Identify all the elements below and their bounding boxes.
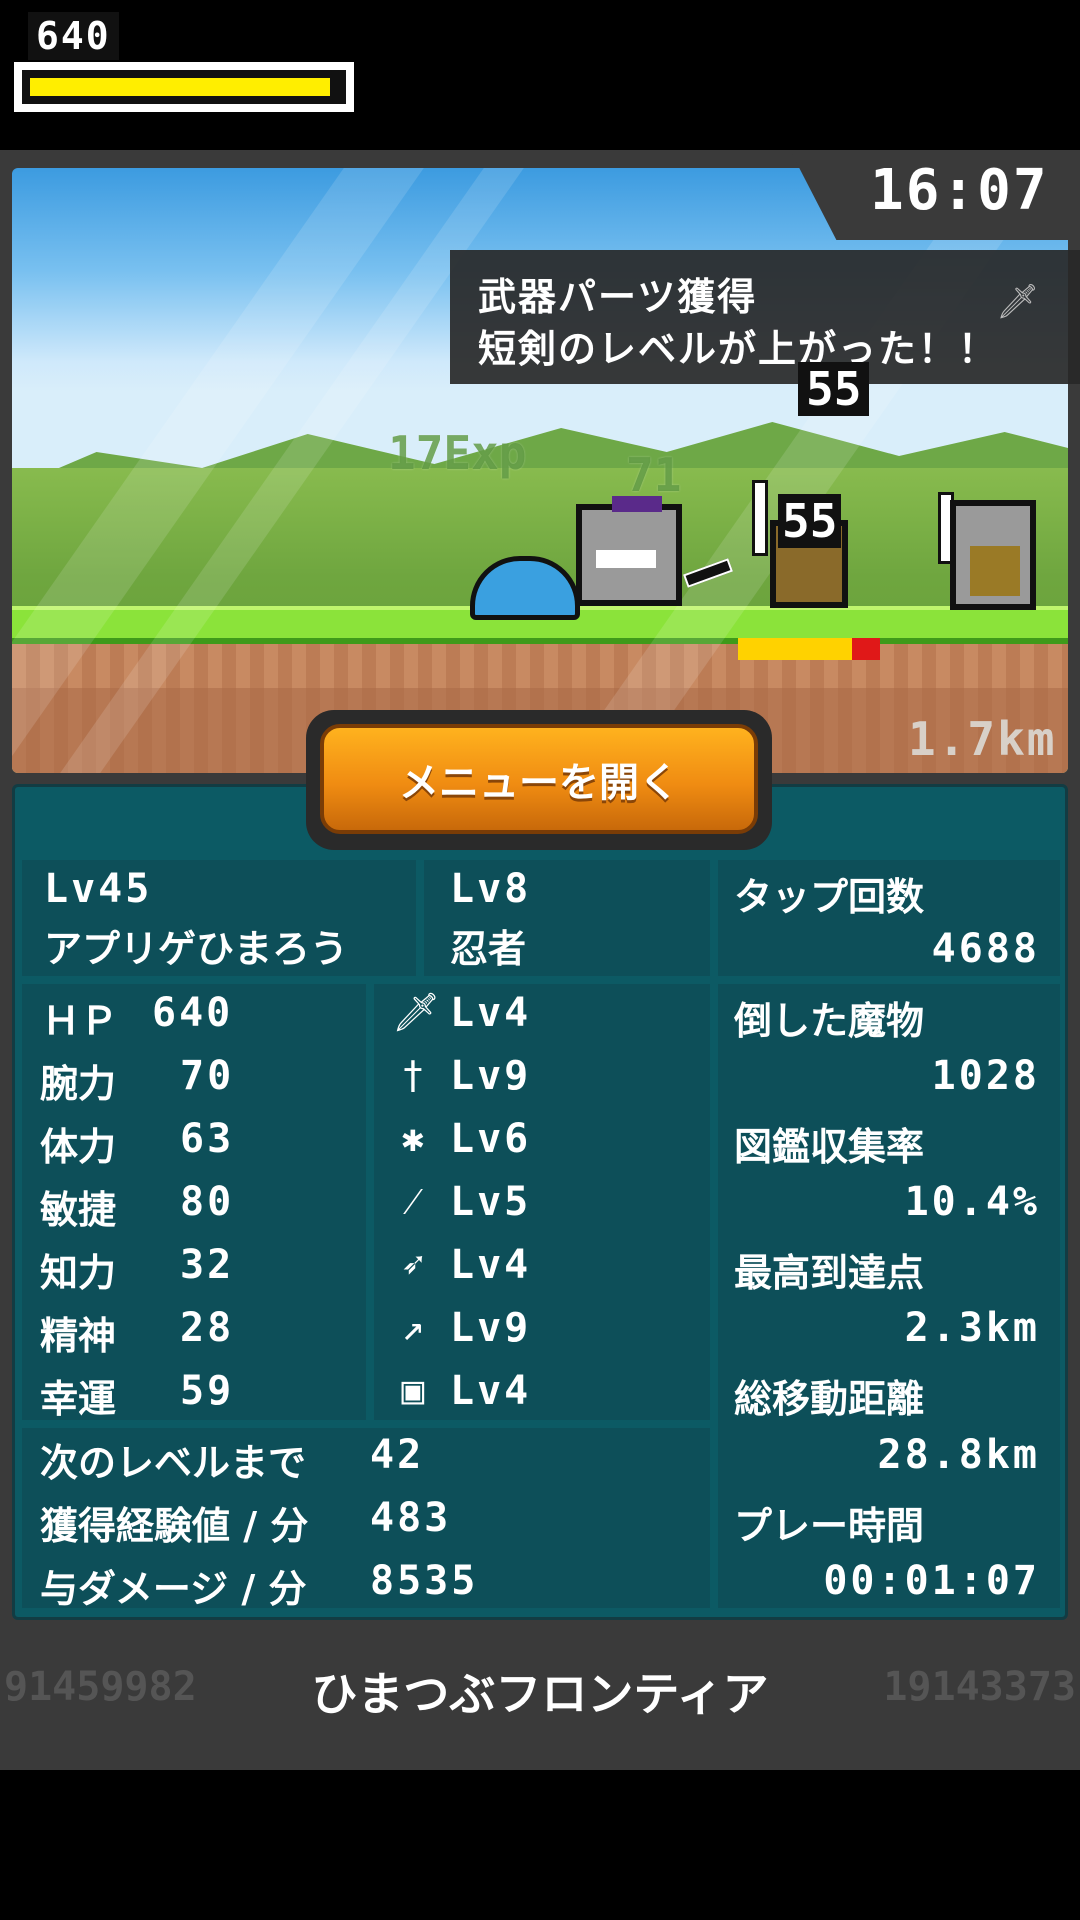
bow-icon: ➶ xyxy=(401,1242,425,1286)
stat-value: 70 xyxy=(180,1053,235,1099)
staff-icon: ↗ xyxy=(401,1305,425,1349)
sword-icon: 🗡 xyxy=(392,990,441,1034)
weapon-level: Lv4 xyxy=(450,990,532,1036)
stat-value: 59 xyxy=(180,1368,235,1414)
distance-readout: 1.7km xyxy=(908,712,1057,766)
record-value: 28.8km xyxy=(877,1432,1040,1478)
damage-per-minute-value: 8535 xyxy=(370,1558,479,1604)
exp-per-minute-label: 獲得経験値 / 分 xyxy=(40,1504,309,1548)
record-value: 00:01:07 xyxy=(823,1558,1040,1604)
class-level: Lv8 xyxy=(450,866,532,912)
open-menu-button[interactable]: メニューを開く xyxy=(320,724,758,834)
stat-value: 63 xyxy=(180,1116,235,1162)
clock: 16:07 xyxy=(870,158,1049,223)
weapon-level: Lv6 xyxy=(450,1116,532,1162)
record-label: 総移動距離 xyxy=(734,1377,925,1421)
stat-label: 敏捷 xyxy=(40,1188,117,1232)
class-name: 忍者 xyxy=(450,927,527,971)
exp-per-minute-value: 483 xyxy=(370,1495,452,1541)
player-name: アプリゲひまろう xyxy=(44,927,349,971)
player-hp-number: 640 xyxy=(28,12,119,60)
stat-label: 幸運 xyxy=(40,1377,117,1421)
toast-title: 武器パーツ獲得 xyxy=(478,275,758,319)
record-label: プレー時間 xyxy=(734,1504,925,1548)
player-headband xyxy=(612,496,662,512)
stat-value: 28 xyxy=(180,1305,235,1351)
stat-label: 腕力 xyxy=(40,1062,117,1106)
enemy-damage-popup: 55 xyxy=(778,494,842,548)
weapon-level: Lv9 xyxy=(450,1305,532,1351)
exp-popup: 17Exp xyxy=(388,426,527,480)
faded-number-popup: 71 xyxy=(626,448,682,502)
stat-label: 体力 xyxy=(40,1125,117,1169)
dagger-icon: 🗡 xyxy=(996,282,1040,322)
record-label: 倒した魔物 xyxy=(734,999,925,1043)
stat-value: 80 xyxy=(180,1179,235,1225)
record-label: 最高到達点 xyxy=(734,1251,925,1295)
player-scarf xyxy=(596,550,656,568)
next-level-label: 次のレベルまで xyxy=(40,1441,307,1485)
dagger-icon: † xyxy=(401,1053,425,1097)
damage-per-minute-label: 与ダメージ / 分 xyxy=(40,1567,307,1611)
knight-enemy-sword xyxy=(752,480,768,556)
weapon-level: Lv4 xyxy=(450,1242,532,1288)
record-value: 10.4% xyxy=(904,1179,1040,1225)
record-label: 図鑑収集率 xyxy=(734,1125,925,1169)
enemy-hp-bar-fill xyxy=(738,638,852,660)
footer-left-number: 91459982 xyxy=(4,1664,197,1710)
damage-popup: 55 xyxy=(798,362,870,416)
ninja-player xyxy=(576,496,682,606)
record-label: タップ回数 xyxy=(734,875,925,919)
weapon-level: Lv5 xyxy=(450,1179,532,1225)
next-level-value: 42 xyxy=(370,1432,425,1478)
knight-enemy-2 xyxy=(950,500,1036,610)
shield-icon: ▣ xyxy=(401,1368,425,1412)
footer-right-number: 19143373 xyxy=(883,1664,1076,1710)
enemy-hp-bar xyxy=(738,638,880,660)
stat-label: ＨＰ xyxy=(42,999,119,1043)
stat-value: 640 xyxy=(152,990,234,1036)
stat-value: 32 xyxy=(180,1242,235,1288)
weapon-level: Lv9 xyxy=(450,1053,532,1099)
record-value: 2.3km xyxy=(904,1305,1040,1351)
knight-armor xyxy=(970,546,1020,596)
weapon-level: Lv4 xyxy=(450,1368,532,1414)
stat-label: 知力 xyxy=(40,1251,117,1295)
record-value: 4688 xyxy=(931,926,1040,972)
axe-icon: ✱ xyxy=(401,1116,425,1160)
spear-icon: ⁄ xyxy=(409,1179,417,1223)
record-value: 1028 xyxy=(931,1053,1040,1099)
toast-message: 短剣のレベルが上がった！！ xyxy=(478,327,999,371)
player-hp-bar-fill xyxy=(30,78,331,96)
stat-label: 精神 xyxy=(40,1314,117,1358)
player-level: Lv45 xyxy=(44,866,153,912)
